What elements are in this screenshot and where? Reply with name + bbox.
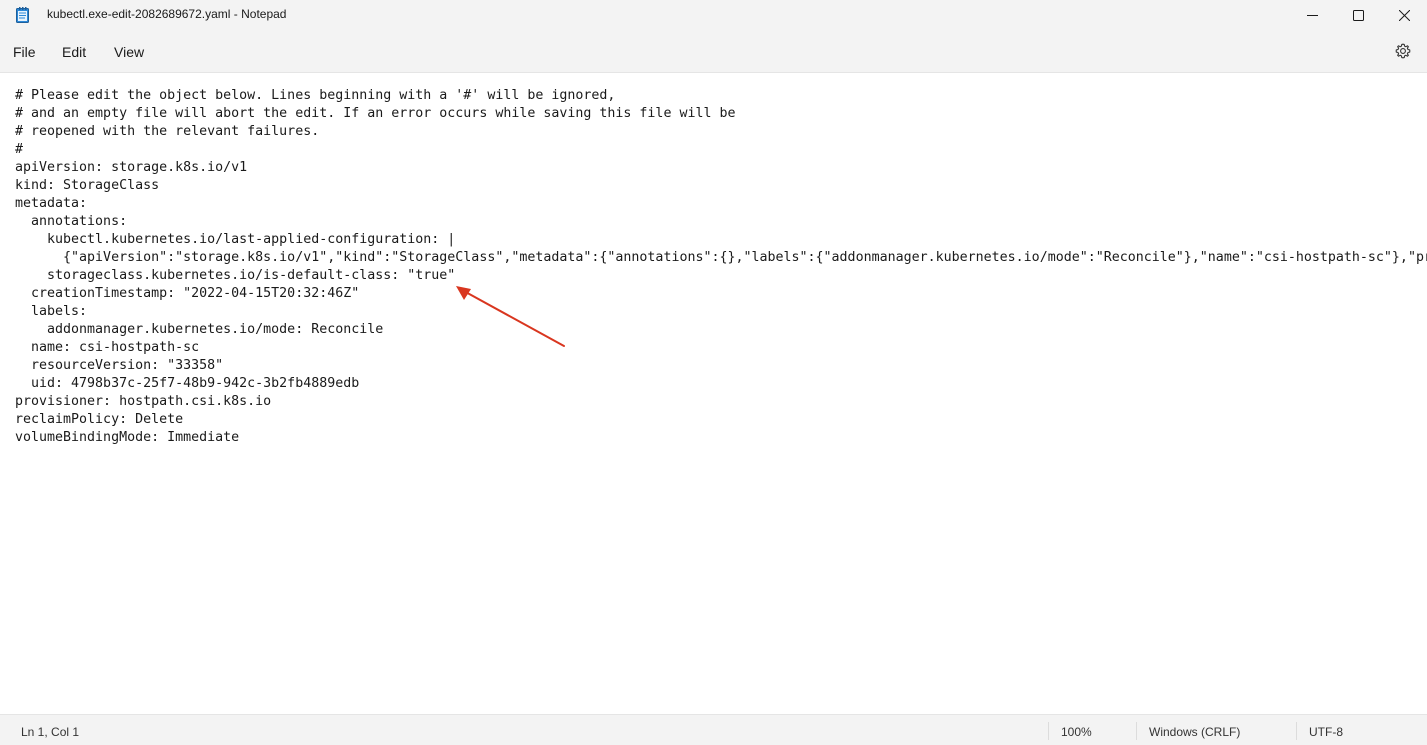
editor-line: #	[15, 142, 24, 157]
editor-line: apiVersion: storage.k8s.io/v1	[15, 160, 248, 175]
encoding[interactable]: UTF-8	[1309, 725, 1343, 739]
minimize-button[interactable]	[1289, 0, 1335, 30]
editor-line: annotations:	[15, 214, 128, 229]
status-divider	[1048, 722, 1049, 740]
editor-line: creationTimestamp: "2022-04-15T20:32:46Z…	[15, 286, 360, 301]
editor-line: kubectl.kubernetes.io/last-applied-confi…	[15, 232, 456, 247]
editor-line: labels:	[15, 304, 88, 319]
editor-line: kind: StorageClass	[15, 178, 160, 193]
editor-line: {"apiVersion":"storage.k8s.io/v1","kind"…	[15, 250, 1427, 265]
cursor-position: Ln 1, Col 1	[21, 725, 80, 739]
text-editor[interactable]: # Please edit the object below. Lines be…	[0, 73, 1427, 714]
editor-line: provisioner: hostpath.csi.k8s.io	[15, 394, 272, 409]
notepad-icon	[16, 7, 29, 23]
editor-line: # and an empty file will abort the edit.…	[15, 106, 736, 121]
editor-line: addonmanager.kubernetes.io/mode: Reconci…	[15, 322, 384, 337]
gear-icon	[1395, 43, 1411, 64]
editor-line: reclaimPolicy: Delete	[15, 412, 184, 427]
notepad-window: kubectl.exe-edit-2082689672.yaml - Notep…	[0, 0, 1427, 745]
window-title: kubectl.exe-edit-2082689672.yaml - Notep…	[47, 7, 287, 21]
editor-line: resourceVersion: "33358"	[15, 358, 224, 373]
zoom-level[interactable]: 100%	[1061, 725, 1092, 739]
menu-bar: File Edit View	[0, 30, 1427, 73]
status-divider	[1296, 722, 1297, 740]
maximize-button[interactable]	[1335, 0, 1381, 30]
menu-view[interactable]: View	[114, 44, 144, 60]
editor-line: uid: 4798b37c-25f7-48b9-942c-3b2fb4889ed…	[15, 376, 360, 391]
editor-line: storageclass.kubernetes.io/is-default-cl…	[15, 268, 456, 283]
editor-line: # Please edit the object below. Lines be…	[15, 88, 616, 103]
status-divider	[1136, 722, 1137, 740]
editor-line: volumeBindingMode: Immediate	[15, 430, 240, 445]
editor-line: name: csi-hostpath-sc	[15, 340, 200, 355]
editor-line: metadata:	[15, 196, 88, 211]
editor-line: # reopened with the relevant failures.	[15, 124, 320, 139]
minimize-icon	[1306, 10, 1318, 21]
title-bar: kubectl.exe-edit-2082689672.yaml - Notep…	[0, 0, 1427, 30]
menu-file[interactable]: File	[13, 44, 36, 60]
line-ending[interactable]: Windows (CRLF)	[1149, 725, 1240, 739]
menu-edit[interactable]: Edit	[62, 44, 86, 60]
editor-content: # Please edit the object below. Lines be…	[15, 87, 1427, 447]
settings-button[interactable]	[1392, 42, 1414, 64]
status-bar: Ln 1, Col 1 100% Windows (CRLF) UTF-8	[0, 714, 1427, 745]
maximize-icon	[1352, 9, 1364, 21]
close-button[interactable]	[1381, 0, 1427, 30]
close-icon	[1398, 9, 1410, 21]
